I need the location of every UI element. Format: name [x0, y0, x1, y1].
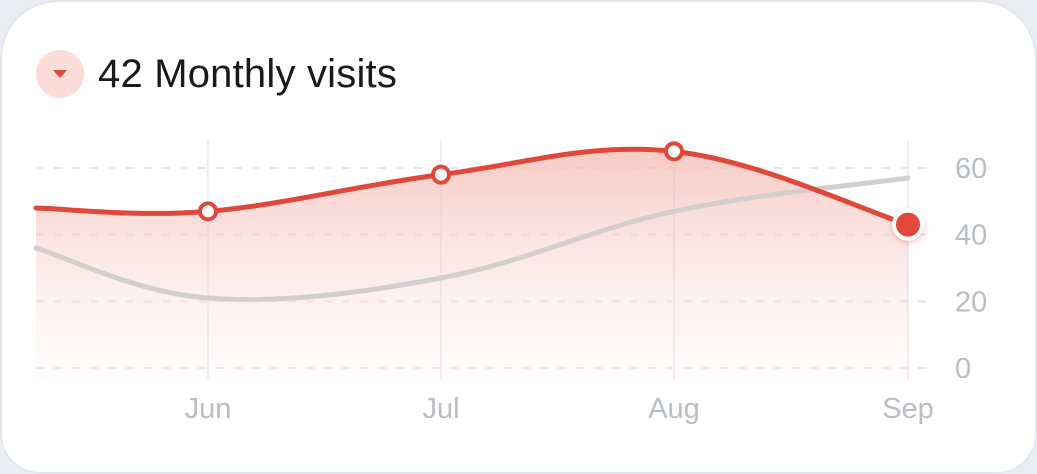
series-point[interactable] — [431, 164, 451, 185]
series-area-primary — [36, 149, 908, 380]
x-tick-label: Sep — [882, 393, 934, 425]
series-point[interactable] — [664, 141, 684, 162]
x-tick-label: Jun — [185, 393, 232, 425]
y-tick-label: 40 — [955, 220, 987, 252]
x-tick-label: Jul — [422, 393, 459, 425]
x-tick-label: Aug — [648, 393, 700, 425]
series-point[interactable] — [198, 201, 218, 222]
area-layer — [36, 149, 908, 380]
y-tick-label: 60 — [955, 153, 987, 185]
series-point-current[interactable] — [892, 208, 924, 241]
visits-chart: 0 20 40 60 Jun Jul Aug Sep — [33, 140, 987, 425]
visits-card: 42 Monthly visits 0 20 40 60 Jun Jul Aug Sep — [0, 0, 1037, 474]
y-tick-label: 20 — [955, 286, 987, 318]
y-tick-label: 0 — [955, 353, 971, 385]
